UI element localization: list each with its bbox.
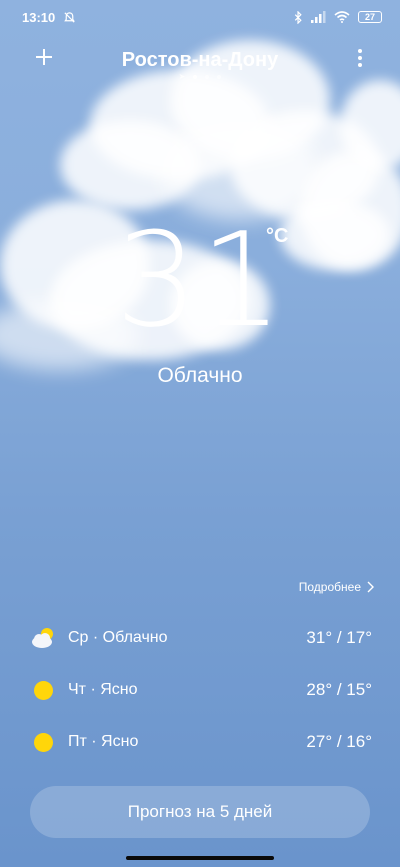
wifi-icon	[334, 11, 350, 23]
battery-icon: 27	[358, 11, 382, 23]
page-indicator: ➤	[0, 72, 400, 81]
current-condition: Облачно	[157, 364, 243, 387]
forecast-list: Ср · Облачно 31° / 17° Чт · Ясно 28° / 1…	[30, 612, 372, 768]
more-vert-icon	[358, 49, 362, 53]
forecast-day: Ср · Облачно	[68, 629, 168, 646]
status-bar: 13:10 27	[0, 0, 400, 34]
temperature-unit: °C	[266, 225, 289, 247]
forecast-row[interactable]: Чт · Ясно 28° / 15°	[30, 664, 372, 716]
page-dot-active	[193, 75, 198, 79]
forecast-row[interactable]: Пт · Ясно 27° / 16°	[30, 716, 372, 768]
home-indicator[interactable]	[126, 856, 274, 860]
chevron-right-icon	[367, 581, 374, 593]
current-temperature: 31 °C	[0, 205, 400, 355]
page-dot	[217, 75, 222, 79]
cloudy-sun-icon	[30, 625, 56, 651]
forecast-row[interactable]: Ср · Облачно 31° / 17°	[30, 612, 372, 664]
bluetooth-icon	[294, 10, 302, 24]
plus-icon	[36, 49, 52, 65]
five-day-forecast-label: Прогноз на 5 дней	[127, 802, 273, 821]
five-day-forecast-button[interactable]: Прогноз на 5 дней	[30, 786, 370, 838]
more-options-button[interactable]	[354, 46, 366, 70]
forecast-day: Чт · Ясно	[68, 681, 138, 698]
status-time: 13:10	[22, 9, 56, 25]
details-link[interactable]: Подробнее	[299, 580, 374, 594]
forecast-day: Пт · Ясно	[68, 733, 139, 750]
details-link-label: Подробнее	[298, 580, 361, 594]
forecast-temps: 28° / 15°	[306, 680, 372, 699]
bell-off-icon	[64, 11, 76, 23]
sun-icon	[34, 681, 53, 700]
forecast-temps: 31° / 17°	[306, 628, 372, 647]
city-title[interactable]: Ростов-на-Дону	[122, 49, 278, 72]
page-dot	[205, 75, 210, 79]
temperature-value: 31	[115, 204, 285, 356]
battery-level: 27	[364, 12, 375, 22]
signal-icon	[311, 11, 326, 23]
location-arrow-icon: ➤	[178, 72, 186, 81]
sun-icon	[34, 733, 53, 752]
add-city-button[interactable]	[30, 44, 58, 72]
forecast-temps: 27° / 16°	[306, 732, 372, 751]
